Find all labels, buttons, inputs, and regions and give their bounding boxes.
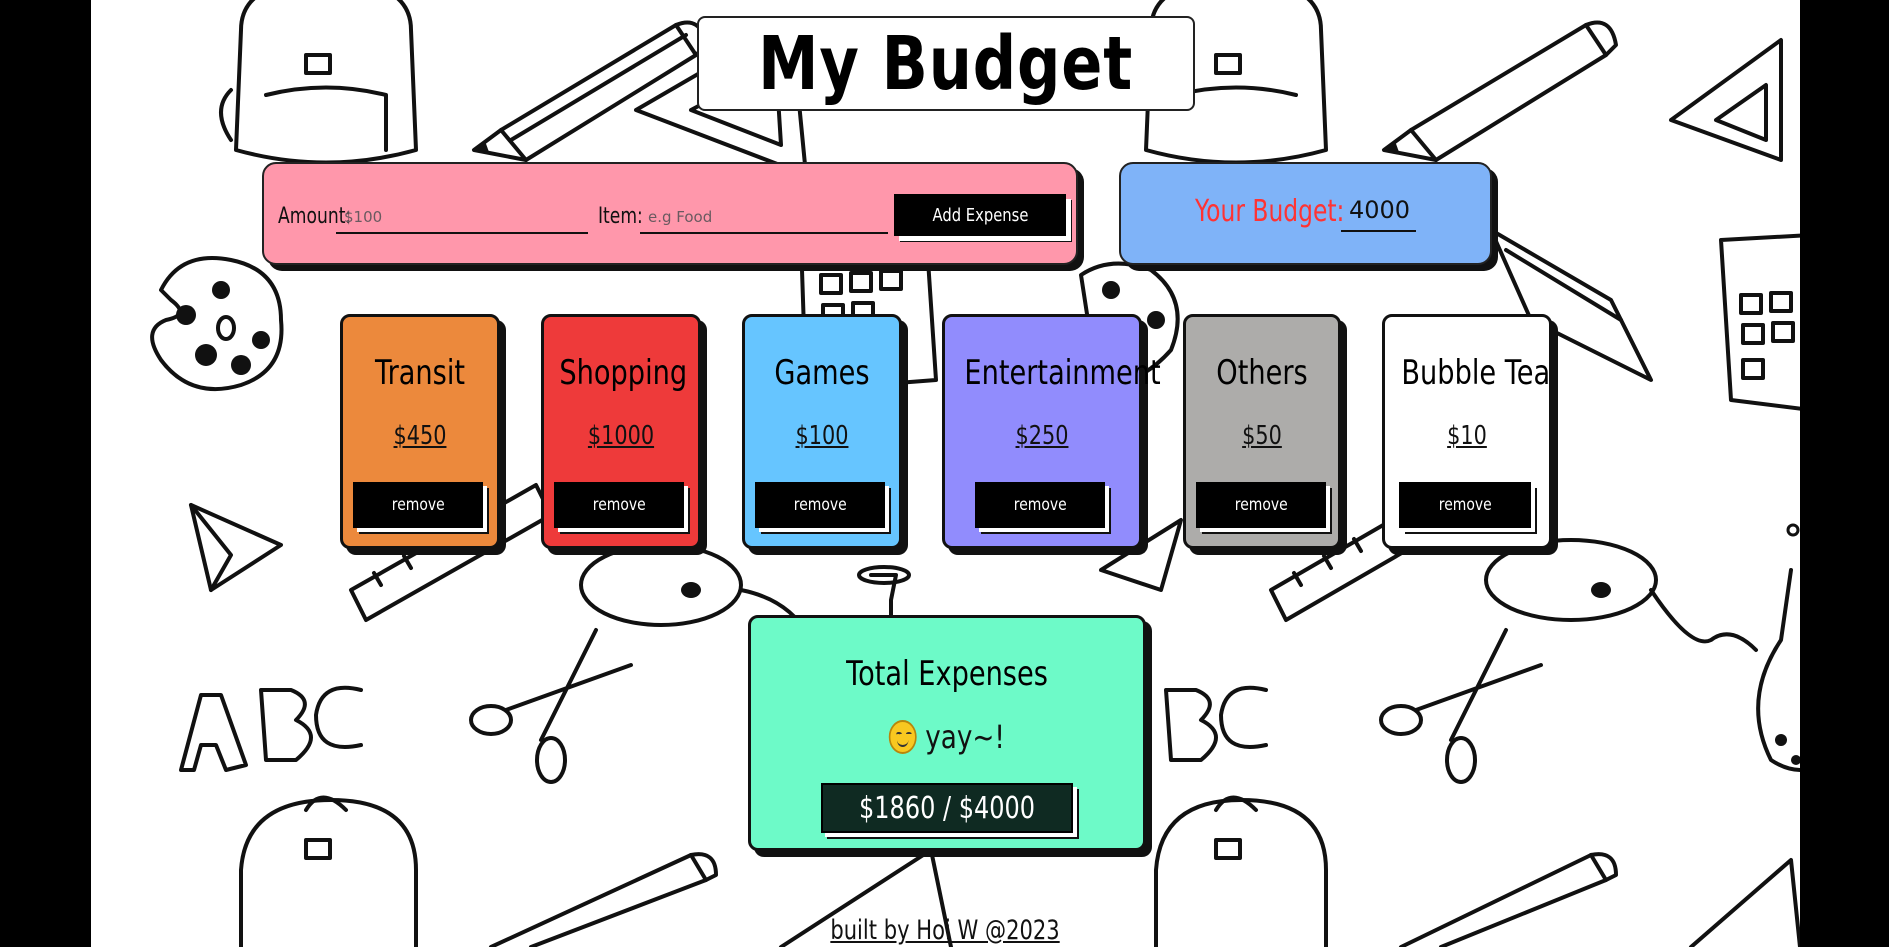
abc-letters-icon [179, 685, 363, 772]
category-amount: $10 [1447, 421, 1487, 451]
add-expense-button-label: Add Expense [932, 204, 1028, 226]
category-name: Bubble Tea [1401, 353, 1551, 393]
calculator-right-icon [1719, 233, 1800, 411]
remove-button-entertainment[interactable]: remove [975, 482, 1105, 528]
title-banner: My Budget [697, 16, 1195, 111]
budget-panel: Your Budget: [1119, 162, 1492, 265]
total-status: yay~! [786, 718, 1107, 756]
pencil-right-icon [1382, 20, 1618, 162]
scissors-icon [469, 628, 633, 784]
footer-credit-link[interactable]: built by Hoi W @2023 [831, 915, 1060, 946]
remove-button-label: remove [793, 495, 847, 515]
remove-button-label: remove [592, 495, 646, 515]
item-input[interactable] [640, 200, 888, 234]
category-amount: $50 [1242, 421, 1282, 451]
category-card-entertainment: Entertainment $250 remove [942, 314, 1161, 549]
flask-icon [1756, 523, 1800, 772]
remove-button-label: remove [1234, 495, 1288, 515]
remove-button-transit[interactable]: remove [353, 482, 483, 528]
add-expense-button[interactable]: Add Expense [894, 194, 1066, 236]
remove-button-shopping[interactable]: remove [554, 482, 684, 528]
paint-palette-icon [150, 256, 284, 392]
app-canvas: My Budget Amount: Item: Add Expense Your… [91, 0, 1800, 947]
category-amount: $1000 [587, 421, 655, 451]
category-amount: $100 [795, 421, 849, 451]
total-expenses-title: Total Expenses [846, 654, 1048, 694]
backpack-icon [219, 0, 418, 165]
category-name: Shopping [559, 353, 688, 393]
item-label: Item: [598, 204, 643, 229]
category-card-transit: Transit $450 remove [340, 314, 500, 549]
paper-plane-icon [189, 503, 283, 592]
remove-button-games[interactable]: remove [755, 482, 885, 528]
category-name: Entertainment [964, 353, 1161, 393]
remove-button-label: remove [1013, 495, 1067, 515]
category-card-shopping: Shopping $1000 remove [541, 314, 701, 549]
category-name: Games [774, 353, 870, 393]
category-amount: $250 [1015, 421, 1069, 451]
budget-input[interactable] [1341, 190, 1416, 232]
category-name: Transit [374, 353, 466, 393]
category-card-others: Others $50 remove [1183, 314, 1341, 549]
expense-form: Amount: Item: Add Expense [262, 162, 1078, 265]
total-value-box: $1860 / $4000 [821, 783, 1073, 833]
remove-button-label: remove [391, 495, 445, 515]
footer: built by Hoi W @2023 [91, 915, 1800, 946]
category-card-games: Games $100 remove [742, 314, 902, 549]
smiling-face-icon [889, 720, 918, 754]
category-name: Others [1216, 353, 1308, 393]
budget-label: Your Budget: [1195, 194, 1345, 229]
scissors-right-icon [1379, 628, 1543, 784]
category-amount: $450 [393, 421, 447, 451]
computer-mouse-right-icon [1484, 538, 1758, 652]
set-square-right-icon [1669, 38, 1783, 162]
total-expenses-panel: Total Expenses yay~! $1860 / $4000 [748, 615, 1146, 851]
remove-button-label: remove [1438, 495, 1492, 515]
remove-button-others[interactable]: remove [1196, 482, 1326, 528]
abc-letters-right-icon [1164, 685, 1268, 762]
total-status-text: yay~! [925, 718, 1005, 756]
amount-input[interactable] [336, 200, 588, 234]
category-card-bubble-tea: Bubble Tea $10 remove [1382, 314, 1552, 549]
remove-button-bubble-tea[interactable]: remove [1399, 482, 1531, 528]
page-title: My Budget [758, 20, 1134, 107]
total-value: $1860 / $4000 [858, 790, 1036, 826]
